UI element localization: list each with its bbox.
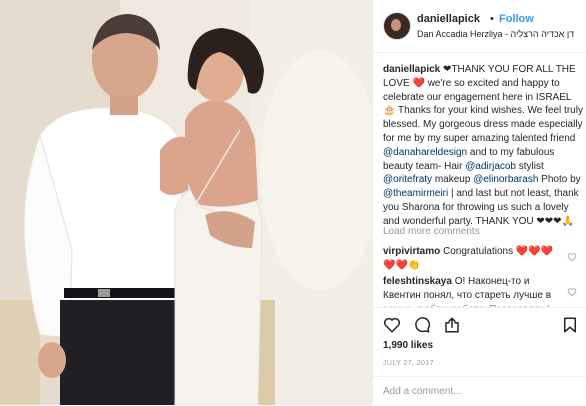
comment-item: feleshtinskaya О! Наконец-то и Квентин п… [383, 275, 563, 310]
caption-text: stylist [516, 160, 544, 172]
post-header: daniellapick • Follow Dan Accadia Herzli… [373, 0, 586, 53]
comment-item: virpivirtamo Congratulations ❤️❤️❤️❤️❤️👏 [383, 245, 563, 273]
mention-link[interactable]: @adirjacob [465, 161, 516, 172]
heart-icon[interactable] [383, 316, 401, 334]
mention-link[interactable]: @elinorbarash [473, 174, 538, 185]
red-heart-emoji: ❤️ [412, 77, 425, 89]
cake-emoji: 🎂 [383, 105, 396, 117]
instagram-post: daniellapick • Follow Dan Accadia Herzli… [0, 0, 586, 405]
load-more-comments-button[interactable]: Load more comments [383, 226, 480, 237]
mention-link[interactable]: @danahareldesign [383, 147, 467, 158]
caption-text: makeup [432, 174, 474, 186]
post-date[interactable]: JULY 27, 2017 [383, 360, 434, 367]
post-side-panel: daniellapick • Follow Dan Accadia Herzli… [372, 0, 586, 405]
header-separator: • [490, 13, 494, 25]
caption-text: Photo by [538, 174, 581, 186]
post-photo[interactable] [0, 0, 372, 405]
post-caption: daniellapick ❤THANK YOU FOR ALL THE LOVE… [383, 63, 583, 229]
author-username[interactable]: daniellapick [417, 13, 480, 25]
comment-icon[interactable] [413, 316, 431, 334]
caption-emoji-tail: ❤❤❤🙏 [536, 215, 574, 227]
mention-link[interactable]: @oritefraty [383, 174, 432, 185]
action-bar [373, 307, 586, 342]
comment-username[interactable]: feleshtinskaya [383, 276, 452, 287]
avatar[interactable] [383, 12, 411, 40]
bookmark-icon[interactable] [561, 316, 579, 334]
caption-text: Thanks for your kind wishes. We feel tru… [383, 105, 583, 144]
caption-username[interactable]: daniellapick [383, 64, 440, 75]
comment-username[interactable]: virpivirtamo [383, 246, 440, 257]
likes-count[interactable]: 1,990 likes [383, 340, 433, 351]
mention-link[interactable]: @theamirmeiri [383, 188, 448, 199]
share-icon[interactable] [443, 316, 461, 334]
comment-like-heart-icon[interactable] [567, 252, 577, 262]
add-comment-field[interactable]: Add a comment... [373, 376, 586, 406]
comment-like-heart-icon[interactable] [567, 287, 577, 297]
location-link[interactable]: Dan Accadia Herzliya - דן אכדיה הרצליה [417, 29, 574, 39]
follow-button[interactable]: Follow [499, 13, 534, 25]
add-comment-placeholder[interactable]: Add a comment... [383, 386, 461, 397]
